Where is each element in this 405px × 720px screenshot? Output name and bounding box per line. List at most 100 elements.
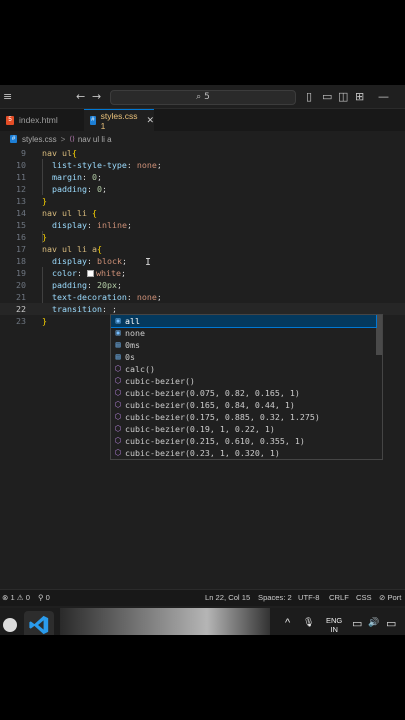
code-text: } <box>42 315 47 327</box>
suggestion-item[interactable]: ⬡ calc() <box>111 363 376 375</box>
encoding-setting[interactable]: UTF-8 <box>298 590 320 606</box>
code-line[interactable]: 9 nav ul{ <box>0 147 405 159</box>
suggestion-item[interactable]: ⬡ cubic-bezier(0.075, 0.82, 0.165, 1) <box>111 387 376 399</box>
language-indicator[interactable]: ENG IN <box>326 616 342 634</box>
suggestion-item[interactable]: ⬡ cubic-bezier(0.165, 0.84, 0.44, 1) <box>111 399 376 411</box>
code-line[interactable]: 11 margin: 0; <box>0 171 405 183</box>
taskbar-preview-thumbnail <box>60 608 270 635</box>
code-text: text-decoration: none; <box>42 291 162 303</box>
battery-icon[interactable]: ▭ <box>386 617 396 630</box>
suggestions-scrollbar[interactable] <box>376 315 382 355</box>
menu-icon[interactable]: ≡ <box>3 85 12 109</box>
line-number: 10 <box>16 160 26 170</box>
suggestion-item[interactable]: ▣ none <box>111 327 376 339</box>
suggestion-item[interactable]: ⬡ cubic-bezier(0.215, 0.610, 0.355, 1) <box>111 435 376 447</box>
autocomplete-suggestions[interactable]: ▣ all ▣ none ▤ 0ms ▤ 0s ⬡ calc() ⬡ cubic-bezier() ⬡ c… <box>110 314 383 460</box>
line-number: 22 <box>16 304 26 314</box>
value-icon: ▣ <box>115 316 121 325</box>
suggestion-label: all <box>125 316 140 326</box>
code-token: block <box>96 256 122 266</box>
code-token: ; <box>96 172 102 182</box>
code-token: } <box>42 196 47 206</box>
eol-setting[interactable]: CRLF <box>329 590 349 606</box>
tab-styles-css[interactable]: # styles.css 1 ✕ <box>84 109 154 131</box>
code-token: } <box>42 232 47 242</box>
code-line[interactable]: 14 nav ul li { <box>0 207 405 219</box>
code-token: : <box>126 292 137 302</box>
suggestion-label: cubic-bezier(0.165, 0.84, 0.44, 1) <box>125 400 295 410</box>
code-line[interactable]: 15 display: inline; <box>0 219 405 231</box>
forward-arrow-icon[interactable]: → <box>92 85 101 109</box>
language-mode[interactable]: CSS <box>356 590 372 606</box>
tab-index-html[interactable]: 5 index.html <box>0 109 64 131</box>
microphone-icon[interactable]: 🎙 <box>303 617 314 628</box>
minimize-button[interactable]: — <box>378 85 389 109</box>
code-token: none <box>136 292 157 302</box>
code-token: display <box>42 220 87 230</box>
code-line[interactable]: 10 list-style-type: none; <box>0 159 405 171</box>
code-text: list-style-type: none; <box>42 159 162 171</box>
code-text: } <box>42 195 47 207</box>
code-token: list-style-type <box>42 160 127 170</box>
code-token: { <box>91 208 97 218</box>
region-code: IN <box>330 625 338 634</box>
function-icon: ⬡ <box>114 448 122 457</box>
code-token: 20px <box>96 280 117 290</box>
code-line[interactable]: 13} <box>0 195 405 207</box>
chevron-up-icon[interactable]: ^ <box>285 617 290 629</box>
code-text: display: inline; <box>42 219 132 231</box>
suggestion-item[interactable]: ▤ 0ms <box>111 339 376 351</box>
chevron-right-icon: > <box>60 134 66 144</box>
code-token: nav ul li a <box>42 244 97 254</box>
code-line[interactable]: 16} <box>0 231 405 243</box>
code-line[interactable]: 19 color: white; <box>0 267 405 279</box>
problems-indicator[interactable]: ⊗ 1 ⚠ 0 <box>2 590 30 606</box>
close-icon[interactable]: ✕ <box>146 115 154 126</box>
color-swatch-icon[interactable] <box>86 270 94 277</box>
back-arrow-icon[interactable]: ← <box>76 85 85 109</box>
code-token: nav ul li <box>42 208 92 218</box>
suggestion-item[interactable]: ▤ 0s <box>111 351 376 363</box>
breadcrumb-symbol[interactable]: nav ul li a <box>78 135 112 144</box>
suggestion-label: cubic-bezier(0.215, 0.610, 0.355, 1) <box>125 436 305 446</box>
customize-layout-icon[interactable]: ⊞ <box>355 85 364 109</box>
code-token: display <box>42 256 87 266</box>
app-icon-circle[interactable] <box>3 618 17 632</box>
vscode-window: ≡ ← → ⌕ 5 ▯ ▭ ◫ ⊞ — 5 index.html # style… <box>0 85 405 635</box>
toggle-sidebar-icon[interactable]: ▯ <box>306 85 312 109</box>
code-token: ; <box>156 292 162 302</box>
suggestion-item[interactable]: ⬡ cubic-bezier(0.19, 1, 0.22, 1) <box>111 423 376 435</box>
suggestion-item[interactable]: ⬡ cubic-bezier(0.23, 1, 0.320, 1) <box>111 447 376 459</box>
vscode-icon <box>29 615 49 635</box>
ports-forwarding[interactable]: ⊘ Port <box>379 590 401 606</box>
breadcrumb-file[interactable]: styles.css <box>22 135 57 144</box>
code-token: : <box>101 304 112 314</box>
indentation-setting[interactable]: Spaces: 2 <box>258 590 292 606</box>
line-number: 9 <box>21 148 26 158</box>
command-center-search[interactable]: ⌕ 5 <box>110 90 296 105</box>
line-number: 16 <box>16 232 26 242</box>
monitor-icon[interactable]: ▭ <box>352 617 362 630</box>
code-line[interactable]: 18 display: block; <box>0 255 405 267</box>
line-number: 23 <box>16 316 26 326</box>
ports-indicator[interactable]: ⚲ 0 <box>38 590 50 606</box>
cursor-position[interactable]: Ln 22, Col 15 <box>205 590 250 606</box>
value-icon: ▣ <box>115 328 121 337</box>
line-number: 17 <box>16 244 26 254</box>
suggestion-item[interactable]: ⬡ cubic-bezier(0.175, 0.885, 0.32, 1.275) <box>111 411 376 423</box>
toggle-panel-icon[interactable]: ▭ <box>322 85 332 109</box>
tab-label: index.html <box>19 115 58 125</box>
suggestion-label: cubic-bezier(0.19, 1, 0.22, 1) <box>125 424 275 434</box>
suggestion-item[interactable]: ▣ all <box>111 315 377 328</box>
toggle-secondary-sidebar-icon[interactable]: ◫ <box>338 85 348 109</box>
code-token: color <box>42 268 77 278</box>
code-line[interactable]: 17 nav ul li a{ <box>0 243 405 255</box>
code-line[interactable]: 12 padding: 0; <box>0 183 405 195</box>
code-text: display: block; <box>42 255 127 267</box>
code-text: nav ul{ <box>42 147 77 159</box>
code-token: : <box>86 184 97 194</box>
code-line[interactable]: 20 padding: 20px; <box>0 279 405 291</box>
speaker-icon[interactable]: 🔊 <box>368 617 379 628</box>
suggestion-item[interactable]: ⬡ cubic-bezier() <box>111 375 376 387</box>
code-line[interactable]: 21 text-decoration: none; <box>0 291 405 303</box>
